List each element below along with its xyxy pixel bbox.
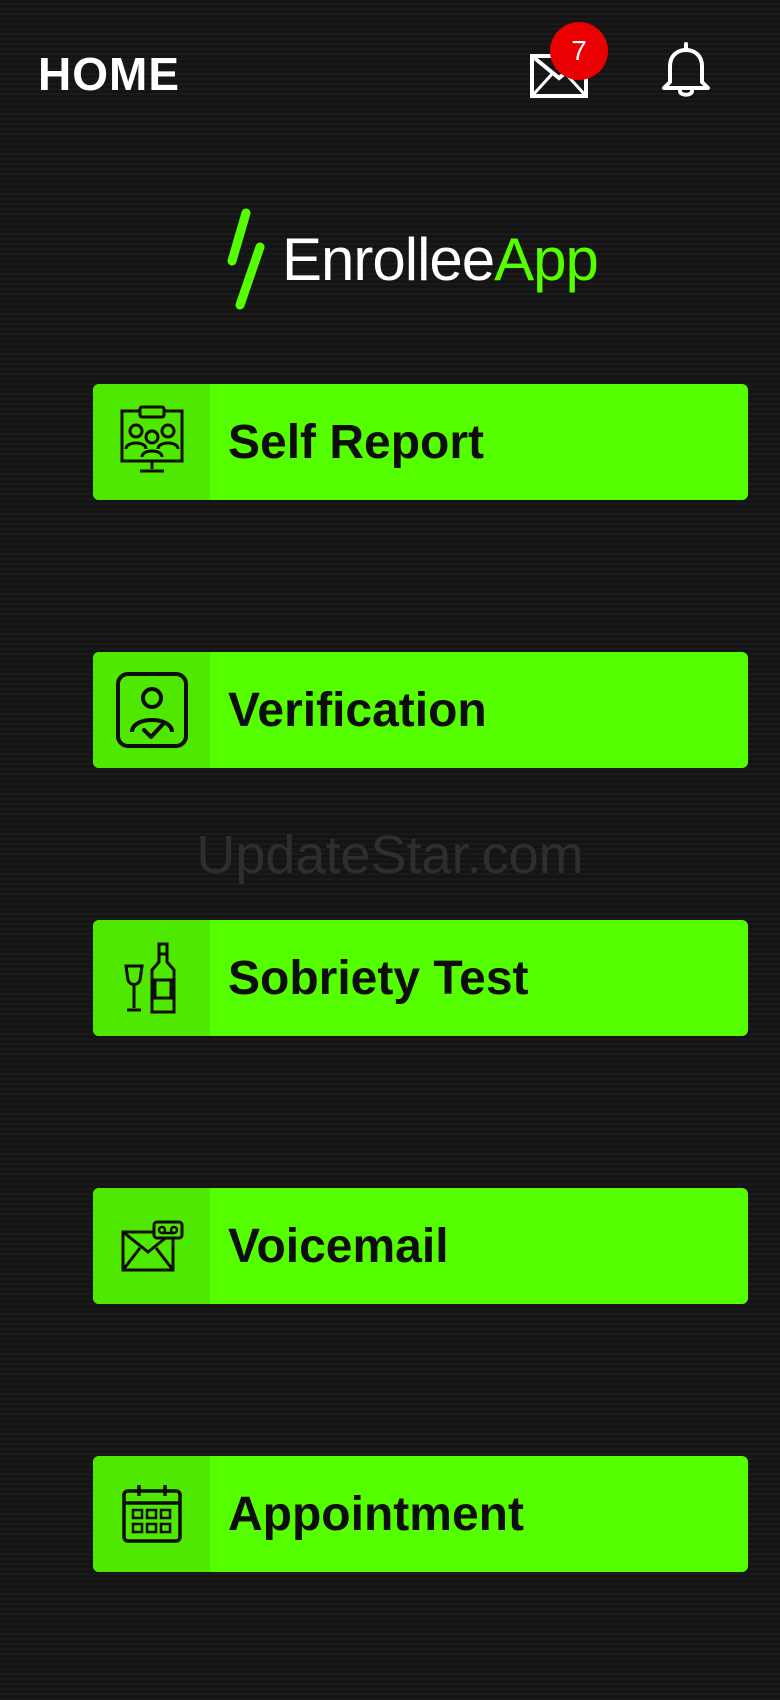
- wine-bottle-icon: [123, 942, 175, 1014]
- notifications-button[interactable]: [660, 42, 720, 102]
- sobriety-test-button[interactable]: Sobriety Test: [93, 920, 748, 1036]
- appointment-button[interactable]: Appointment: [93, 1456, 748, 1572]
- self-report-button[interactable]: Self Report: [93, 384, 748, 500]
- menu-label: Sobriety Test: [228, 951, 529, 1005]
- menu-label: Verification: [228, 683, 487, 737]
- unread-count-badge: 7: [550, 22, 608, 80]
- menu-icon-box: [93, 652, 210, 768]
- user-verified-icon: [115, 672, 188, 748]
- messages-button[interactable]: 7: [526, 22, 608, 110]
- menu-label: Self Report: [228, 415, 485, 469]
- menu-icon-box: [93, 920, 210, 1036]
- video-conference-icon: [120, 405, 183, 473]
- app-name: EnrolleeApp: [282, 220, 599, 300]
- page-title: HOME: [38, 48, 180, 100]
- verification-button[interactable]: Verification: [93, 652, 748, 768]
- calendar-icon: [121, 1485, 182, 1543]
- app-name-part-2: App: [494, 226, 599, 293]
- app-name-part-1: Enrollee: [282, 226, 495, 293]
- menu-icon-box: [93, 1456, 210, 1572]
- bell-icon: [662, 42, 710, 97]
- menu-icon-box: [93, 1188, 210, 1304]
- watermark: UpdateStar.com: [196, 825, 584, 885]
- menu-label: Voicemail: [228, 1219, 449, 1273]
- app-logo: EnrolleeApp: [224, 200, 599, 320]
- voicemail-envelope-icon: [121, 1220, 183, 1272]
- lightning-logo-icon: [227, 208, 265, 310]
- menu-label: Appointment: [228, 1487, 524, 1541]
- menu-icon-box: [93, 384, 210, 500]
- voicemail-button[interactable]: Voicemail: [93, 1188, 748, 1304]
